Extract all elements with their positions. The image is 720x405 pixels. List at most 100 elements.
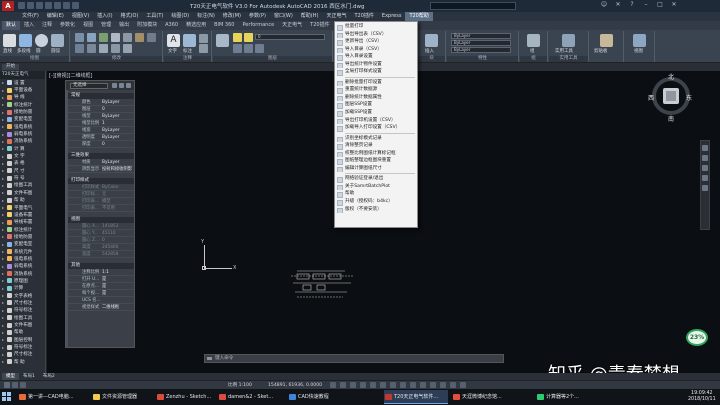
new-file-icon[interactable] [18, 2, 25, 9]
property-row[interactable]: 圆心 X... 141853 [68, 224, 134, 230]
minimize-icon[interactable]: – [642, 1, 650, 9]
property-row[interactable]: 颜色 ByLayer [68, 100, 134, 106]
side-panel-item[interactable]: ▸ 绘图工具 [0, 314, 45, 321]
erase-icon[interactable] [123, 44, 132, 53]
polyline-icon[interactable] [19, 34, 32, 47]
view-icon[interactable] [633, 34, 646, 47]
workspace-icon[interactable] [420, 382, 426, 388]
property-row[interactable]: 厚度 0 [68, 142, 134, 148]
property-row[interactable]: 视觉样式 二维线框 [68, 305, 134, 311]
lineweight-icon[interactable] [370, 382, 376, 388]
menu-item[interactable]: 导出打印机设置（CSV） [335, 117, 417, 125]
open-file-icon[interactable] [27, 2, 34, 9]
linetype-combo[interactable]: ByLayer [451, 40, 511, 46]
side-panel-item[interactable]: ▸ 原理图 [0, 277, 45, 284]
property-row[interactable]: 阴影显示 投射和接收阴影 [68, 167, 134, 173]
save-icon[interactable] [36, 2, 43, 9]
menu-item-8[interactable]: 修改(M) [219, 12, 245, 21]
compass-north[interactable]: 北 [668, 72, 674, 81]
snap-icon[interactable] [20, 382, 26, 388]
ortho-icon[interactable] [330, 382, 336, 388]
customization-icon[interactable] [460, 382, 466, 388]
ribbon-tab-1[interactable]: 插入 [20, 21, 38, 30]
dimension-icon[interactable] [183, 34, 196, 47]
menu-item-9[interactable]: 参数(P) [245, 12, 270, 21]
menu-item-14[interactable]: Express [378, 12, 406, 21]
property-row[interactable]: UCS 名... [68, 298, 134, 304]
menu-item-1[interactable]: 编辑(E) [43, 12, 68, 21]
menu-item[interactable]: 加载SSP设置 [335, 109, 417, 117]
layer-freeze-icon[interactable] [244, 33, 253, 42]
property-row[interactable]: 宽度 542858 [68, 252, 134, 258]
side-panel-item[interactable]: ▸ 表 格 [0, 160, 45, 167]
property-row[interactable]: 材质 ByLayer [68, 160, 134, 166]
side-panel-item[interactable]: ▸ 系统元件 [0, 248, 45, 255]
otrack-icon[interactable] [360, 382, 366, 388]
menu-item[interactable]: 帮助 [335, 190, 417, 199]
property-row[interactable]: 线型比例 1 [68, 121, 134, 127]
side-panel-item[interactable]: ▸ 帮 助 [0, 197, 45, 204]
ribbon-tab-9[interactable]: 精选应用 [182, 21, 210, 30]
ribbon-tab-3[interactable]: 参数化 [56, 21, 79, 30]
side-panel-item[interactable]: ▸ 尺寸标注 [0, 299, 45, 306]
system-clock[interactable]: 19:09:42 2018/10/11 [688, 391, 716, 403]
sign-in-icon[interactable]: ☺ [600, 1, 608, 9]
side-panel-item[interactable]: ▸ 消防系统 [0, 270, 45, 277]
menu-item-12[interactable]: 天正电气 [322, 12, 350, 21]
autocad-logo-icon[interactable]: A [2, 1, 14, 11]
menu-item[interactable]: 删除批量打印设置 [335, 79, 417, 87]
fillet-icon[interactable] [135, 33, 144, 42]
menu-item-5[interactable]: 工具(T) [142, 12, 167, 21]
property-value[interactable]: 不可用 [102, 206, 115, 212]
command-line[interactable]: 键入命令 [204, 354, 504, 363]
offset-icon[interactable] [111, 44, 120, 53]
property-row[interactable]: 打印样... 无 [68, 192, 134, 198]
search-input[interactable] [430, 2, 516, 10]
side-panel-item[interactable]: ▸ 帮 助 [0, 358, 45, 365]
exchange-icon[interactable]: ✕ [614, 1, 622, 9]
properties-section-header[interactable]: 常规 [68, 93, 134, 99]
close-icon[interactable]: ✕ [670, 1, 678, 9]
layout-tab-2[interactable]: 布局2 [39, 373, 59, 380]
property-row[interactable]: 打印表... 模型 [68, 199, 134, 205]
taskbar-item[interactable]: 天涯微博纪念馆... [452, 390, 532, 404]
compass-east[interactable]: 东 [686, 93, 692, 102]
grid-icon[interactable] [12, 382, 18, 388]
group-icon[interactable] [527, 34, 540, 47]
property-value[interactable]: 二维线框 [102, 305, 119, 311]
menu-item-11[interactable]: 帮助(H) [297, 12, 323, 21]
menu-item[interactable]: 版权（不要安装） [335, 206, 417, 214]
side-panel-item[interactable]: ▸ 文 字 [0, 152, 45, 159]
menu-item[interactable]: 批量打印 [335, 23, 417, 31]
ribbon-tab-5[interactable]: 管理 [97, 21, 115, 30]
side-panel-item[interactable]: ▸ 尺寸标注 [0, 351, 45, 358]
side-panel-item[interactable]: ▸ 强电系统 [0, 255, 45, 262]
compass-south[interactable]: 南 [668, 114, 674, 123]
viewcube-face[interactable] [663, 88, 679, 104]
property-value[interactable]: 是 [102, 284, 106, 290]
property-value[interactable]: 0 [102, 107, 105, 113]
side-panel-item[interactable]: ▸ 弱电系统 [0, 130, 45, 137]
ribbon-tab-11[interactable]: Performance [238, 21, 278, 30]
layout-tab-1[interactable]: 布局1 [19, 373, 39, 380]
line-icon[interactable] [3, 34, 16, 47]
side-panel-item[interactable]: ▸ 弱电系统 [0, 263, 45, 270]
property-value[interactable]: 投射和接收阴影 [102, 167, 132, 173]
property-value[interactable]: 1:1 [102, 270, 109, 276]
menu-item-0[interactable]: 文件(F) [18, 12, 43, 21]
undo-icon[interactable] [63, 2, 70, 9]
menu-item[interactable]: 图层SSP设置 [335, 101, 417, 110]
properties-section-header[interactable]: 视图 [68, 217, 134, 223]
property-row[interactable]: 在原点... 是 [68, 284, 134, 290]
property-row[interactable]: 线型 ByLayer [68, 114, 134, 120]
menu-item[interactable]: 升级（授权码：b4kc） [335, 198, 417, 206]
redo-icon[interactable] [72, 2, 79, 9]
tab-start[interactable]: 开始 [2, 64, 19, 70]
property-row[interactable]: 高度 245400 [68, 245, 134, 251]
property-row[interactable]: 打印表... 不可用 [68, 206, 134, 212]
menu-item[interactable]: 关于SamrtBatchPlot [335, 183, 417, 191]
table-icon[interactable] [199, 44, 208, 53]
layer-match-icon[interactable] [233, 44, 242, 53]
zoom-icon[interactable] [702, 165, 708, 171]
side-panel-item[interactable]: ▸ 标注统计 [0, 226, 45, 233]
